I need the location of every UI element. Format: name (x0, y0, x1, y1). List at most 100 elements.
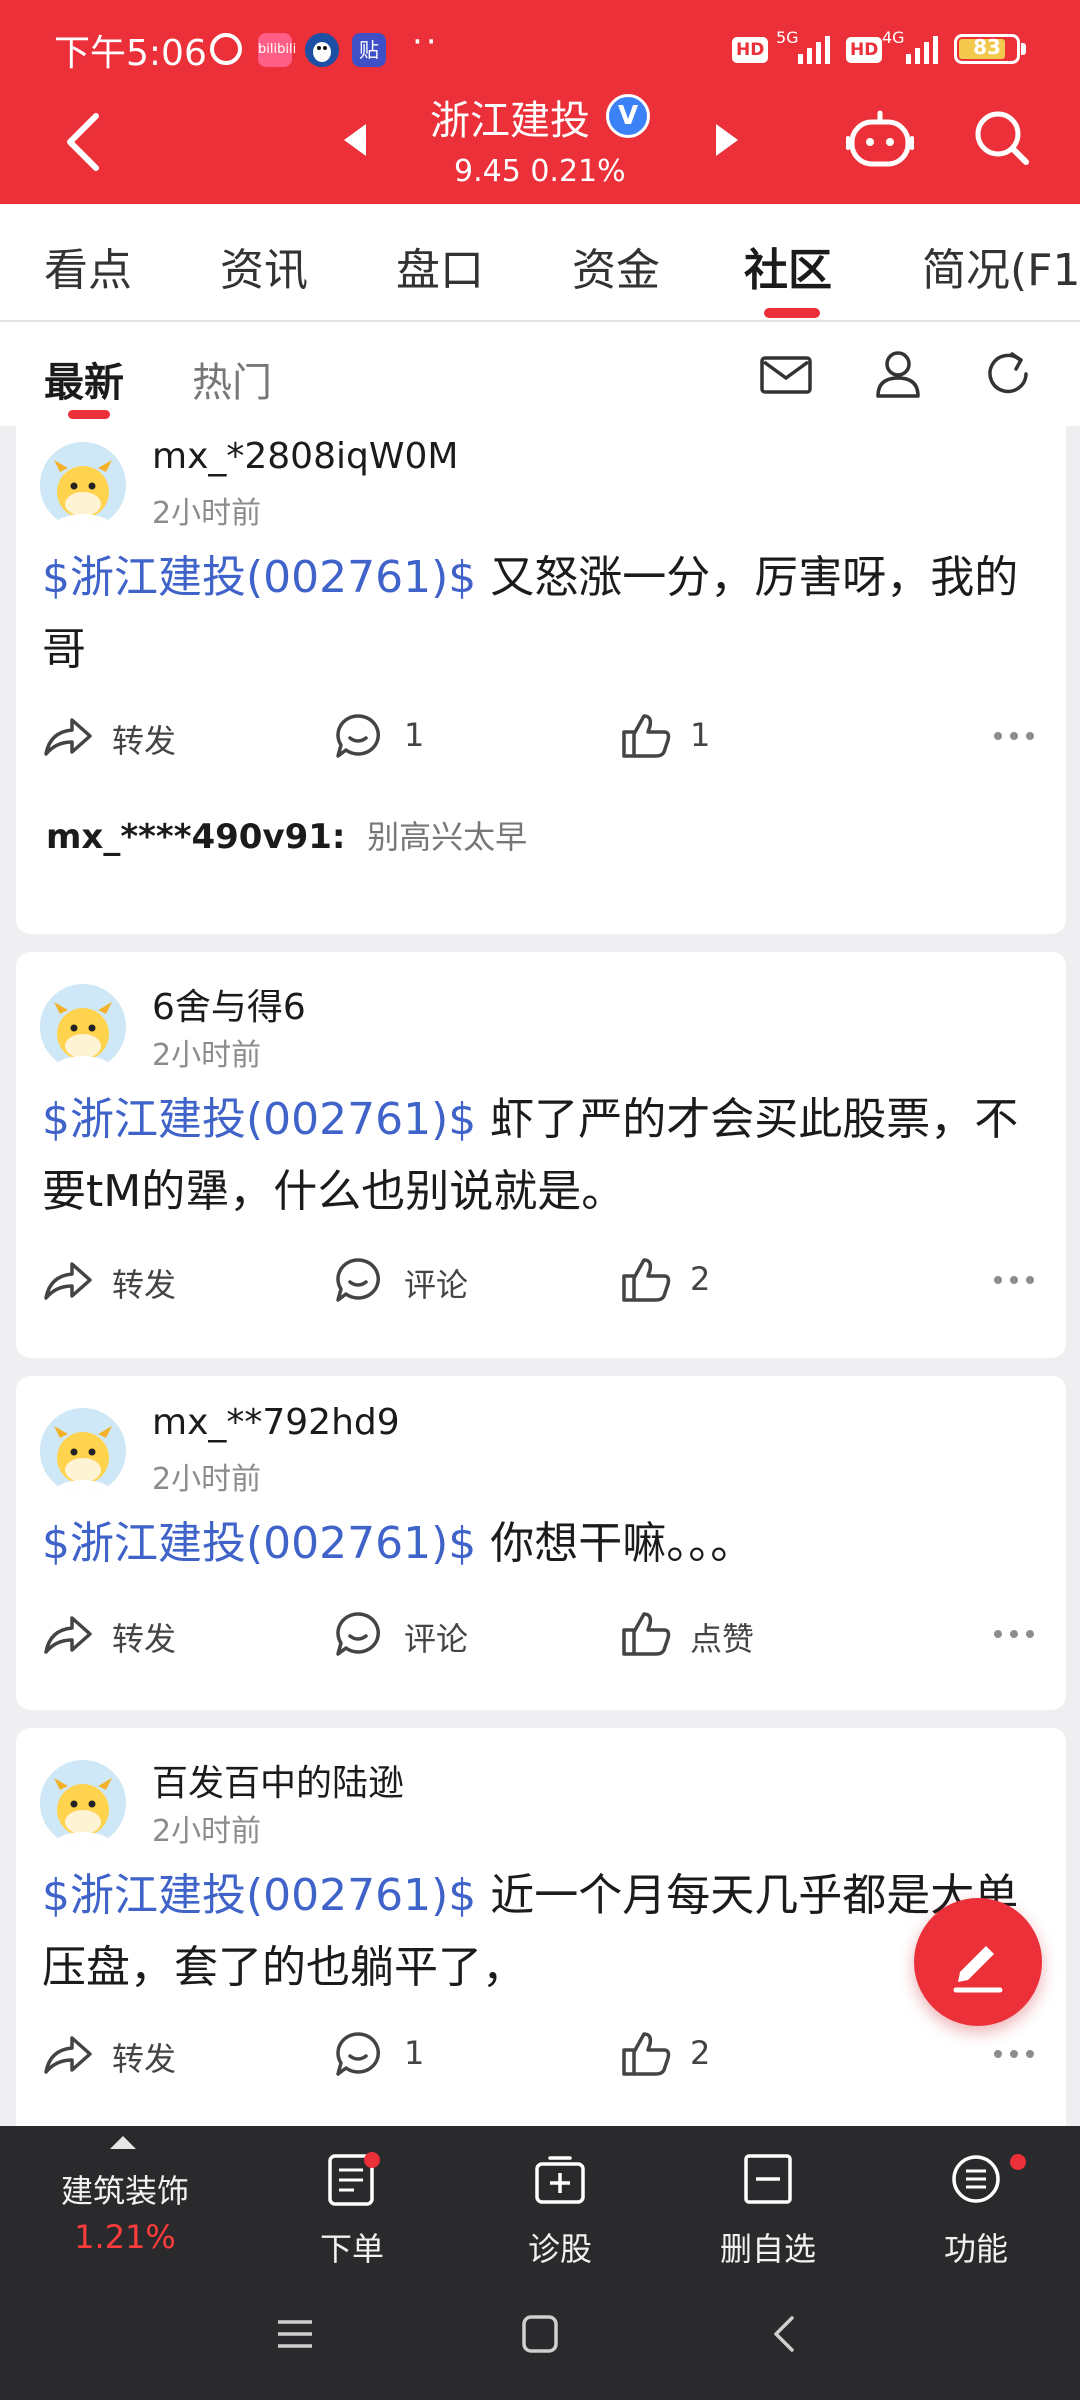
post-username[interactable]: mx_**792hd9 (152, 1402, 400, 1443)
stock-quote: 9.45 0.21% (454, 154, 626, 189)
stock-tag-link[interactable]: $浙江建投(002761)$ (42, 1870, 476, 1921)
reply-text: 别高兴太早 (367, 818, 528, 856)
comment-label: 评论 (404, 1266, 469, 1304)
share-button[interactable]: 转发 (42, 706, 202, 766)
share-label: 转发 (112, 2040, 177, 2078)
like-button[interactable]: 2 (620, 1250, 780, 1310)
nav-home-icon[interactable] (517, 2312, 563, 2356)
more-options-button[interactable] (984, 1264, 1044, 1294)
tab-community[interactable]: 社区 (744, 234, 832, 298)
community-subtabs: 最新 热门 (0, 322, 1080, 426)
mail-icon[interactable] (758, 346, 814, 402)
post-username[interactable]: mx_*2808iqW0M (152, 436, 458, 477)
app-header: 下午5:06 bilibili 贴 ·· HD 5G HD 4G 83 浙江建投… (0, 0, 1080, 204)
functions-button[interactable]: 功能 (886, 2152, 1066, 2272)
more-options-button[interactable] (984, 1618, 1044, 1648)
dot-icon (1010, 1276, 1018, 1284)
post-content: 你想干嘛。。。 (476, 1518, 755, 1569)
back-button[interactable] (58, 106, 114, 178)
compose-post-button[interactable] (914, 1898, 1042, 2026)
thumbs-up-icon (622, 1612, 671, 1656)
chevron-left-icon (67, 113, 99, 171)
hd-badge-2: HD (846, 37, 883, 63)
comment-button[interactable]: 评论 (334, 1604, 494, 1664)
share-button[interactable]: 转发 (42, 2024, 202, 2084)
post-body[interactable]: $浙江建投(002761)$ 你想干嘛。。。 (42, 1508, 1042, 1580)
post-username[interactable]: 6舍与得6 (152, 978, 306, 1030)
sector-button[interactable]: 建筑装饰 1.21% (0, 2126, 250, 2286)
share-button[interactable]: 转发 (42, 1250, 202, 1310)
subtab-latest[interactable]: 最新 (44, 350, 124, 408)
remove-watchlist-icon (744, 2154, 792, 2204)
subtab-hot[interactable]: 热门 (192, 350, 272, 408)
diagnose-label: 诊股 (527, 2230, 592, 2268)
battery-percent: 83 (973, 35, 1001, 59)
diagnose-icon (535, 2156, 585, 2204)
share-button[interactable]: 转发 (42, 1604, 202, 1664)
post-card[interactable]: mx_*2808iqW0M 2小时前 $浙江建投(002761)$ 又怒涨一分，… (16, 426, 1066, 934)
like-button[interactable]: 1 (620, 706, 780, 766)
sector-name: 建筑装饰 (60, 2172, 189, 2210)
search-button[interactable] (972, 108, 1032, 168)
remove-watchlist-button[interactable]: 删自选 (678, 2152, 858, 2272)
user-avatar[interactable] (40, 1408, 126, 1494)
more-options-button[interactable] (984, 720, 1044, 750)
post-feed[interactable]: mx_*2808iqW0M 2小时前 $浙江建投(002761)$ 又怒涨一分，… (0, 426, 1080, 2126)
post-card[interactable]: 6舍与得6 2小时前 $浙江建投(002761)$ 虾了严的才会买此股票，不要t… (16, 952, 1066, 1358)
battery-icon: 83 (954, 34, 1020, 64)
stock-tag-link[interactable]: $浙江建投(002761)$ (42, 1518, 476, 1569)
status-bar: 下午5:06 bilibili 贴 ·· HD 5G HD 4G 83 (0, 0, 1080, 96)
robot-icon (846, 110, 914, 167)
status-time: 下午5:06 (54, 33, 207, 74)
notification-dot (364, 2152, 380, 2168)
post-time: 2小时前 (152, 496, 262, 531)
user-profile-icon[interactable] (870, 346, 926, 402)
post-body[interactable]: $浙江建投(002761)$ 近一个月每天几乎都是大单压盘，套了的也躺平了， (42, 1860, 1042, 2004)
tab-capital-flow[interactable]: 资金 (572, 234, 660, 298)
post-card[interactable]: 百发百中的陆逊 2小时前 $浙江建投(002761)$ 近一个月每天几乎都是大单… (16, 1728, 1066, 2126)
triangle-right-icon (716, 124, 738, 156)
stock-tag-link[interactable]: $浙江建投(002761)$ (42, 552, 476, 603)
dot-icon (1010, 1630, 1018, 1638)
post-body[interactable]: $浙江建投(002761)$ 虾了严的才会买此股票，不要tM的犟，什么也别说就是… (42, 1084, 1042, 1228)
comment-button[interactable]: 评论 (334, 1250, 494, 1310)
user-avatar[interactable] (40, 1760, 126, 1846)
dot-icon (1026, 1276, 1034, 1284)
triangle-left-icon (344, 124, 366, 156)
more-options-button[interactable] (984, 2038, 1044, 2068)
next-stock-button[interactable] (706, 118, 746, 162)
dot-icon (1026, 2050, 1034, 2058)
post-body[interactable]: $浙江建投(002761)$ 又怒涨一分，厉害呀，我的哥 (42, 542, 1042, 686)
user-avatar[interactable] (40, 984, 126, 1070)
assistant-button[interactable] (846, 110, 914, 170)
order-button[interactable]: 下单 (262, 2152, 442, 2272)
top-reply[interactable]: mx_****490v91: 别高兴太早 (46, 812, 527, 858)
bottom-action-bar: 建筑装饰 1.21% 下单 诊股 删自选 功能 (0, 2126, 1080, 2400)
like-button[interactable]: 2 (620, 2024, 780, 2084)
remove-watchlist-label: 删自选 (719, 2230, 816, 2268)
tab-highlights[interactable]: 看点 (44, 234, 132, 298)
post-card[interactable]: mx_**792hd9 2小时前 $浙江建投(002761)$ 你想干嘛。。。 … (16, 1376, 1066, 1710)
menu-icon (952, 2155, 1000, 2203)
tab-order-book[interactable]: 盘口 (396, 234, 484, 298)
nav-back-icon[interactable] (762, 2312, 808, 2356)
refresh-icon[interactable] (980, 346, 1036, 402)
notification-dot (1010, 2154, 1026, 2170)
user-avatar[interactable] (40, 442, 126, 528)
comment-button[interactable]: 1 (334, 706, 494, 766)
tab-f10-profile[interactable]: 简况(F10 (922, 234, 1080, 298)
stock-tag-link[interactable]: $浙江建投(002761)$ (42, 1094, 476, 1145)
like-count: 2 (690, 2034, 711, 2072)
nav-menu-icon[interactable] (272, 2312, 318, 2356)
cow-avatar-icon (40, 1408, 126, 1494)
thumbs-up-icon (622, 714, 671, 758)
tab-news[interactable]: 资讯 (220, 234, 308, 298)
post-username[interactable]: 百发百中的陆逊 (152, 1754, 404, 1806)
share-icon (44, 1262, 92, 1300)
like-button[interactable]: 点赞 (620, 1604, 780, 1664)
dot-icon (1010, 732, 1018, 740)
active-tab-indicator (764, 308, 820, 318)
diagnose-button[interactable]: 诊股 (470, 2152, 650, 2272)
comment-button[interactable]: 1 (334, 2024, 494, 2084)
previous-stock-button[interactable] (336, 118, 376, 162)
